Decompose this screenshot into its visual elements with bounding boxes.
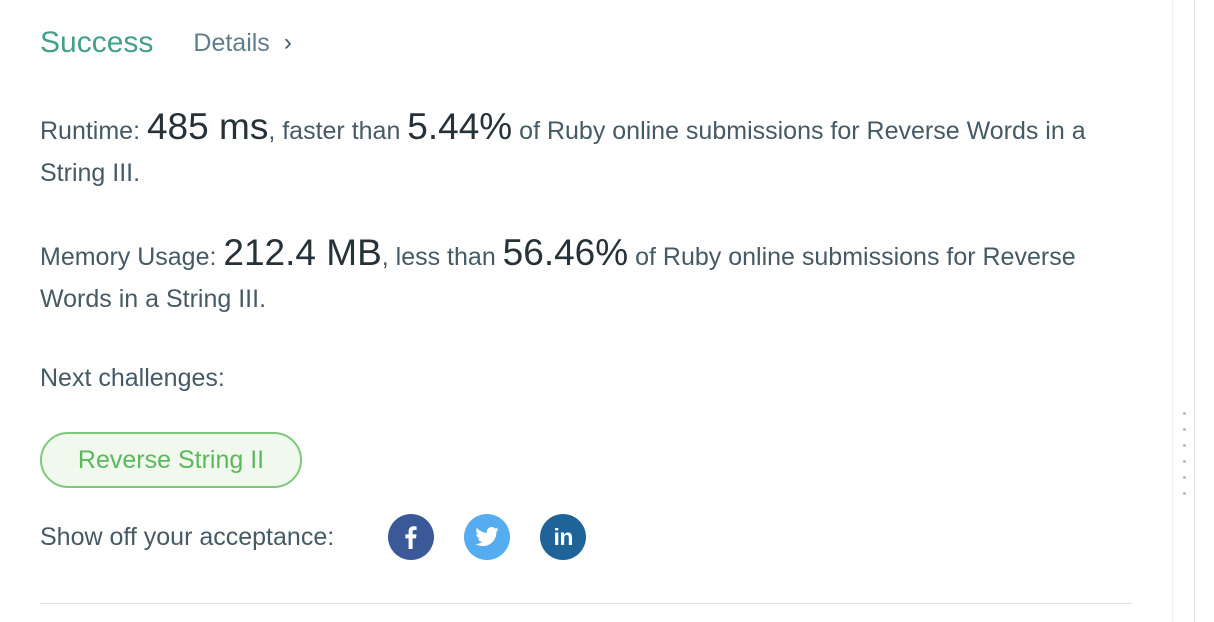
share-label: Show off your acceptance:: [40, 522, 335, 551]
details-link[interactable]: Details ›: [193, 29, 291, 58]
right-editor-pane: [1194, 0, 1214, 622]
memory-comparison: , less than: [381, 243, 503, 271]
twitter-icon: [475, 527, 499, 547]
linkedin-icon: in: [553, 523, 573, 550]
share-row: Show off your acceptance: in: [40, 514, 616, 560]
pane-resizer-handle[interactable]: [1172, 0, 1195, 622]
runtime-percent: 5.44%: [407, 106, 513, 147]
memory-stat: Memory Usage: 212.4 MB, less than 56.46%…: [40, 232, 1130, 320]
runtime-comparison: , faster than: [268, 117, 408, 145]
memory-value: 212.4 MB: [223, 232, 382, 273]
facebook-icon: [405, 526, 417, 549]
challenge-reverse-string-ii[interactable]: Reverse String II: [40, 432, 302, 488]
next-challenges-label: Next challenges:: [40, 364, 225, 392]
memory-label: Memory Usage:: [40, 243, 224, 271]
details-label: Details: [193, 28, 270, 57]
runtime-label: Runtime:: [40, 117, 147, 145]
drag-handle-icon: [1183, 412, 1186, 508]
linkedin-share-button[interactable]: in: [540, 514, 587, 560]
runtime-value: 485 ms: [146, 106, 269, 147]
status-success: Success: [40, 26, 154, 59]
facebook-share-button[interactable]: [388, 514, 435, 560]
result-header: Success Details ›: [40, 26, 292, 60]
chevron-right-icon: ›: [283, 29, 292, 56]
memory-percent: 56.46%: [502, 232, 629, 273]
divider: [40, 603, 1132, 604]
twitter-share-button[interactable]: [464, 514, 511, 560]
submission-result-panel: Success Details › Runtime: 485 ms, faste…: [0, 0, 1172, 622]
runtime-stat: Runtime: 485 ms, faster than 5.44% of Ru…: [40, 106, 1130, 194]
